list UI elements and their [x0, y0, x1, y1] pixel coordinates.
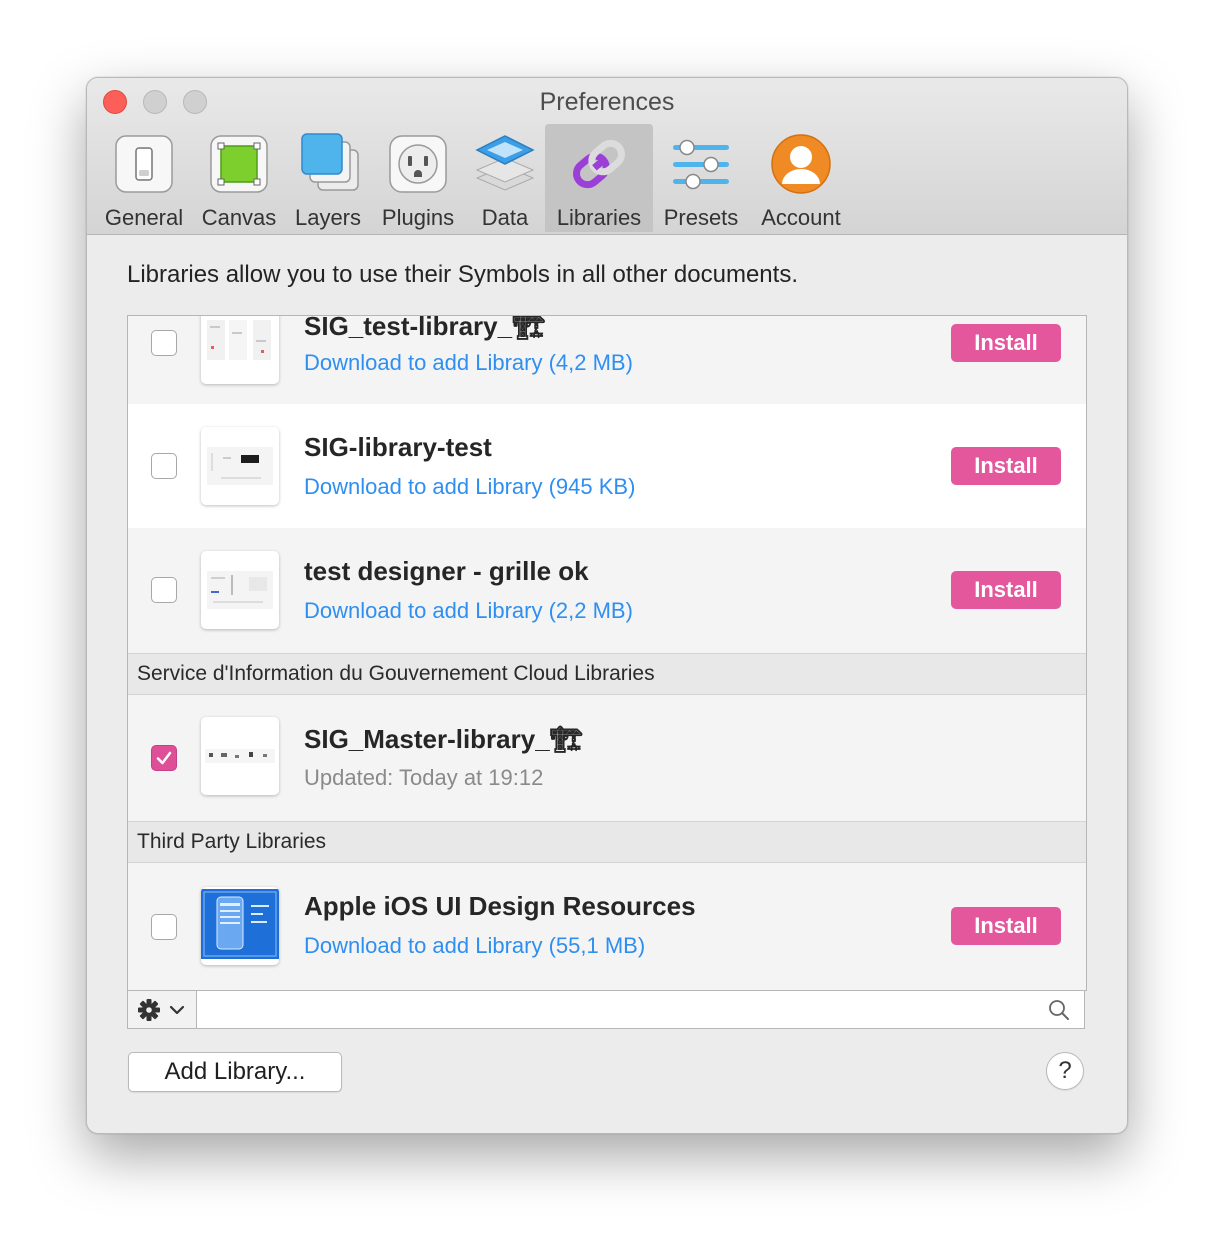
- account-avatar-icon: [769, 132, 833, 196]
- library-checkbox[interactable]: [151, 577, 177, 603]
- list-item[interactable]: SIG-library-test Download to add Library…: [128, 404, 1086, 528]
- download-library-link[interactable]: Download to add Library (4,2 MB): [304, 350, 633, 376]
- add-library-button[interactable]: Add Library...: [128, 1052, 342, 1092]
- install-button[interactable]: Install: [951, 447, 1061, 485]
- library-checkbox-checked[interactable]: [151, 745, 177, 771]
- install-button[interactable]: Install: [951, 907, 1061, 945]
- tab-label-plugins: Plugins: [381, 205, 455, 230]
- libraries-list[interactable]: SIG_test-library_🏗 Download to add Libra…: [127, 315, 1087, 991]
- tab-libraries[interactable]: Libraries: [545, 124, 653, 232]
- library-name: SIG_test-library_🏗: [304, 315, 546, 341]
- libraries-description: Libraries allow you to use their Symbols…: [127, 261, 798, 288]
- window-title: Preferences: [539, 88, 675, 116]
- list-item[interactable]: SIG_test-library_🏗 Download to add Libra…: [128, 316, 1086, 404]
- data-stack-icon: [473, 132, 537, 196]
- cloud-libraries-section-header: Service d'Information du Gouvernement Cl…: [128, 653, 1086, 695]
- preferences-window: Preferences General Canvas Layers Plugin…: [86, 77, 1128, 1134]
- libraries-link-icon: [567, 132, 631, 196]
- tab-label-layers: Layers: [294, 205, 362, 230]
- list-item[interactable]: Apple iOS UI Design Resources Download t…: [128, 863, 1086, 990]
- library-name: Apple iOS UI Design Resources: [304, 891, 696, 921]
- list-bottom-bar: [127, 990, 1085, 1029]
- tab-label-canvas: Canvas: [201, 205, 277, 230]
- third-party-libraries-section-header: Third Party Libraries: [128, 821, 1086, 863]
- library-thumbnail: [201, 316, 279, 384]
- library-thumbnail: [201, 551, 279, 629]
- general-switch-icon: [112, 132, 176, 196]
- gear-menu-button[interactable]: [128, 991, 197, 1028]
- install-button[interactable]: Install: [951, 571, 1061, 609]
- library-name: SIG-library-test: [304, 432, 492, 462]
- library-checkbox[interactable]: [151, 914, 177, 940]
- search-icon: [1049, 1000, 1069, 1020]
- search-input[interactable]: [197, 991, 1084, 1028]
- checkmark-icon: [156, 751, 172, 765]
- library-thumbnail: [201, 887, 279, 965]
- titlebar: Preferences General Canvas Layers Plugin…: [87, 78, 1127, 235]
- list-item[interactable]: SIG_Master-library_🏗 Updated: Today at 1…: [128, 695, 1086, 821]
- install-button[interactable]: Install: [951, 324, 1061, 362]
- tab-layers[interactable]: Layers: [287, 124, 369, 232]
- library-name: SIG_Master-library_🏗: [304, 724, 583, 754]
- layers-icon: [296, 132, 360, 196]
- tab-canvas[interactable]: Canvas: [193, 124, 285, 232]
- library-thumbnail: [201, 717, 279, 795]
- library-checkbox[interactable]: [151, 330, 177, 356]
- tab-label-general: General: [104, 205, 184, 230]
- download-library-link[interactable]: Download to add Library (2,2 MB): [304, 598, 633, 624]
- help-button[interactable]: ?: [1046, 1052, 1084, 1090]
- download-library-link[interactable]: Download to add Library (945 KB): [304, 474, 635, 500]
- canvas-icon: [207, 132, 271, 196]
- list-item[interactable]: test designer - grille ok Download to ad…: [128, 528, 1086, 653]
- tab-plugins[interactable]: Plugins: [373, 124, 463, 232]
- tab-label-account: Account: [761, 205, 841, 230]
- gear-icon: [138, 999, 160, 1021]
- tab-general[interactable]: General: [99, 124, 189, 232]
- presets-sliders-icon: [669, 132, 733, 196]
- tab-account[interactable]: Account: [751, 124, 851, 232]
- plugin-outlet-icon: [386, 132, 450, 196]
- tab-label-libraries: Libraries: [556, 205, 642, 230]
- tab-presets[interactable]: Presets: [655, 124, 747, 232]
- library-updated-status: Updated: Today at 19:12: [304, 765, 544, 790]
- download-library-link[interactable]: Download to add Library (55,1 MB): [304, 933, 645, 959]
- library-name: test designer - grille ok: [304, 556, 589, 586]
- chevron-down-icon: [169, 1005, 185, 1015]
- library-checkbox[interactable]: [151, 453, 177, 479]
- tab-label-presets: Presets: [663, 205, 739, 230]
- tab-label-data: Data: [481, 205, 529, 230]
- library-thumbnail: [201, 427, 279, 505]
- tab-data[interactable]: Data: [467, 124, 543, 232]
